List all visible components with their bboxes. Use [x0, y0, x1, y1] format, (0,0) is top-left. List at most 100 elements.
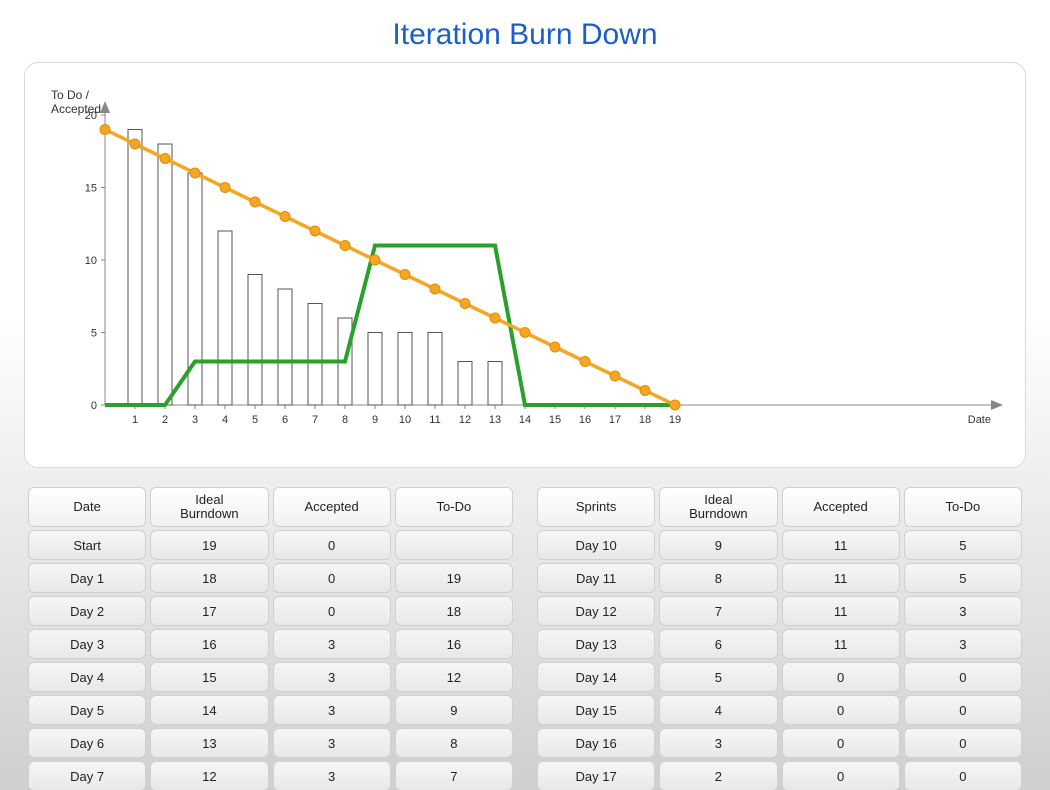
x-tick-label: 6 — [282, 414, 288, 426]
table-row: Day 16300 — [537, 728, 1022, 758]
right-cell: 11 — [782, 629, 900, 659]
right-cell: 2 — [659, 761, 777, 790]
table-row: Day 217018 — [28, 596, 513, 626]
left-cell: 19 — [395, 563, 513, 593]
left-cell: 9 — [395, 695, 513, 725]
todo-bar — [218, 231, 232, 405]
x-tick-label: 7 — [312, 414, 318, 426]
left-cell: 16 — [395, 629, 513, 659]
right-cell: 0 — [904, 662, 1022, 692]
y-tick-label: 15 — [85, 183, 97, 195]
left-cell: Day 6 — [28, 728, 146, 758]
right-cell: Day 12 — [537, 596, 655, 626]
data-table-left: DateIdealBurndownAcceptedTo-DoStart190Da… — [24, 484, 517, 790]
right-cell: 6 — [659, 629, 777, 659]
x-tick-label: 14 — [519, 414, 531, 426]
right-cell: Day 10 — [537, 530, 655, 560]
x-tick-label: 13 — [489, 414, 501, 426]
data-tables: DateIdealBurndownAcceptedTo-DoStart190Da… — [24, 484, 1026, 790]
right-cell: Day 11 — [537, 563, 655, 593]
left-cell: 3 — [273, 695, 391, 725]
x-axis-label: Date — [968, 414, 991, 426]
ideal-marker — [340, 241, 350, 251]
left-cell: Day 4 — [28, 662, 146, 692]
todo-bar — [488, 362, 502, 406]
ideal-marker — [310, 226, 320, 236]
left-cell: 8 — [395, 728, 513, 758]
todo-bar — [278, 289, 292, 405]
right-cell: 0 — [782, 761, 900, 790]
ideal-marker — [520, 328, 530, 338]
right-header-2: Accepted — [782, 487, 900, 527]
ideal-marker — [280, 212, 290, 222]
y-tick-label: 5 — [91, 328, 97, 340]
left-cell: 17 — [150, 596, 268, 626]
ideal-marker — [550, 342, 560, 352]
left-cell: Day 2 — [28, 596, 146, 626]
x-tick-label: 3 — [192, 414, 198, 426]
right-cell: 0 — [904, 761, 1022, 790]
left-cell — [395, 530, 513, 560]
right-cell: 4 — [659, 695, 777, 725]
left-cell: 0 — [273, 530, 391, 560]
ideal-marker — [610, 371, 620, 381]
x-tick-label: 2 — [162, 414, 168, 426]
ideal-marker — [130, 139, 140, 149]
ideal-marker — [160, 154, 170, 164]
table-row: Day 14500 — [537, 662, 1022, 692]
left-cell: 14 — [150, 695, 268, 725]
ideal-marker — [100, 125, 110, 135]
left-header-0: Date — [28, 487, 146, 527]
right-cell: 3 — [904, 596, 1022, 626]
x-tick-label: 17 — [609, 414, 621, 426]
right-cell: Day 17 — [537, 761, 655, 790]
left-cell: 3 — [273, 761, 391, 790]
left-cell: 3 — [273, 728, 391, 758]
todo-bar — [128, 130, 142, 406]
left-cell: 7 — [395, 761, 513, 790]
todo-bar — [248, 275, 262, 406]
right-header-3: To-Do — [904, 487, 1022, 527]
right-cell: Day 13 — [537, 629, 655, 659]
burndown-chart: To Do /Accepted05101520Date1234567891011… — [24, 62, 1026, 468]
left-cell: Day 5 — [28, 695, 146, 725]
table-row: Day 415312 — [28, 662, 513, 692]
x-tick-label: 10 — [399, 414, 411, 426]
left-cell: Start — [28, 530, 146, 560]
right-cell: 3 — [659, 728, 777, 758]
left-cell: Day 1 — [28, 563, 146, 593]
left-cell: 16 — [150, 629, 268, 659]
y-tick-label: 0 — [91, 400, 97, 412]
right-cell: 5 — [659, 662, 777, 692]
right-cell: 0 — [782, 695, 900, 725]
data-table-right: SprintsIdealBurndownAcceptedTo-DoDay 109… — [533, 484, 1026, 790]
table-row: Day 71237 — [28, 761, 513, 790]
x-tick-label: 9 — [372, 414, 378, 426]
right-header-0: Sprints — [537, 487, 655, 527]
ideal-marker — [640, 386, 650, 396]
table-row: Day 316316 — [28, 629, 513, 659]
ideal-marker — [580, 357, 590, 367]
page-title: Iteration Burn Down — [0, 0, 1050, 62]
left-header-3: To-Do — [395, 487, 513, 527]
y-tick-label: 20 — [85, 110, 97, 122]
right-header-1: IdealBurndown — [659, 487, 777, 527]
x-tick-label: 1 — [132, 414, 138, 426]
x-tick-label: 5 — [252, 414, 258, 426]
chart-svg: To Do /Accepted05101520Date1234567891011… — [33, 71, 1027, 451]
right-cell: 11 — [782, 530, 900, 560]
x-tick-label: 4 — [222, 414, 228, 426]
right-cell: 7 — [659, 596, 777, 626]
left-cell: 12 — [150, 761, 268, 790]
left-cell: 19 — [150, 530, 268, 560]
right-cell: 0 — [782, 662, 900, 692]
right-cell: 11 — [782, 563, 900, 593]
right-cell: 0 — [782, 728, 900, 758]
todo-bar — [308, 304, 322, 406]
x-tick-label: 11 — [429, 414, 440, 426]
table-row: Day 61338 — [28, 728, 513, 758]
ideal-marker — [250, 197, 260, 207]
right-cell: Day 14 — [537, 662, 655, 692]
y-tick-label: 10 — [85, 255, 97, 267]
right-cell: 11 — [782, 596, 900, 626]
